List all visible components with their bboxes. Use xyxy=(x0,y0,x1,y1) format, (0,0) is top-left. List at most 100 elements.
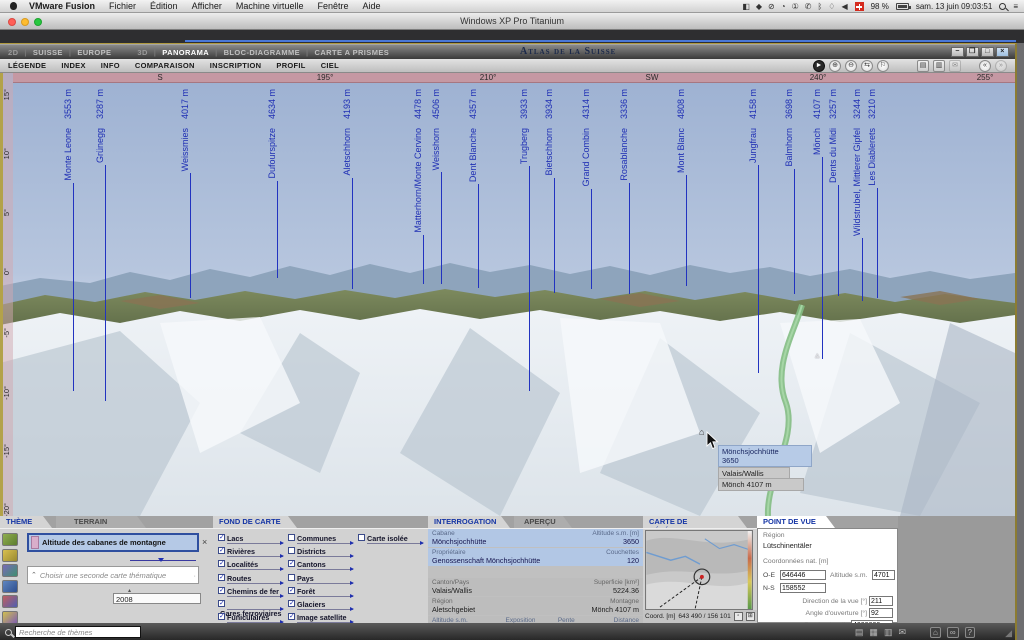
back-icon[interactable]: « xyxy=(979,60,991,72)
minimize-traffic-light[interactable] xyxy=(21,18,29,26)
checkbox-unchecked[interactable] xyxy=(288,534,295,541)
direction-input[interactable] xyxy=(869,596,893,606)
checkbox-unchecked[interactable] xyxy=(358,534,365,541)
layer-opacity-slider[interactable] xyxy=(227,596,283,597)
zoom-traffic-light[interactable] xyxy=(34,18,42,26)
nav-3d-label[interactable]: 3D xyxy=(137,48,147,57)
rotate-view-icon[interactable]: ⇆ xyxy=(861,60,873,72)
sync-icon[interactable]: ◆ xyxy=(756,2,762,11)
theme-tool-icon-4[interactable] xyxy=(2,580,18,593)
year-input[interactable]: 2008 xyxy=(113,593,201,604)
map-panel-icon[interactable]: ▦ xyxy=(869,627,878,638)
mac-menu-4[interactable]: Machine virtuelle xyxy=(236,1,304,11)
layer-rivi-res[interactable]: ✓Rivières xyxy=(218,547,282,560)
theme-tool-icon-1[interactable] xyxy=(2,533,18,546)
layer-opacity-slider[interactable] xyxy=(227,583,283,584)
checkbox-unchecked[interactable] xyxy=(288,547,295,554)
mac-menu-6[interactable]: Aide xyxy=(362,1,380,11)
tab-apercu[interactable]: APERÇU xyxy=(514,516,572,528)
menu-inscription[interactable]: INSCRIPTION xyxy=(210,61,262,70)
mac-menu-0[interactable]: VMware Fusion xyxy=(29,1,95,11)
layer-pays[interactable]: Pays xyxy=(288,574,352,587)
layer-opacity-slider[interactable] xyxy=(297,569,353,570)
nav-tab-panorama[interactable]: PANORAMA xyxy=(162,48,209,57)
checkbox-checked[interactable]: ✓ xyxy=(218,587,225,594)
nav-tab-europe[interactable]: EUROPE xyxy=(77,48,111,57)
pan-arrow-icon[interactable]: ► xyxy=(813,60,825,72)
layer-opacity-slider[interactable] xyxy=(367,543,423,544)
nav-tab-suisse[interactable]: SUISSE xyxy=(33,48,63,57)
oe-input[interactable] xyxy=(780,570,826,580)
legend-panel-icon[interactable]: ▤ xyxy=(855,627,864,638)
mac-menu-3[interactable]: Afficher xyxy=(192,1,222,11)
layer-carte-isol-e[interactable]: Carte isolée xyxy=(358,534,422,547)
tab-interrogation[interactable]: INTERROGATION xyxy=(428,516,510,528)
theme-tool-icon-3[interactable] xyxy=(2,564,18,577)
layer-glaciers[interactable]: ✓Glaciers xyxy=(288,600,352,613)
viewpoint-icon[interactable]: ⚐ xyxy=(877,60,889,72)
apple-menu-icon[interactable] xyxy=(10,2,17,10)
map-zoom-button[interactable]: ⊞ xyxy=(746,612,755,621)
checkbox-checked[interactable]: ✓ xyxy=(288,560,295,567)
mac-menu-2[interactable]: Édition xyxy=(150,1,178,11)
checkbox-checked[interactable]: ✓ xyxy=(288,587,295,594)
reference-map[interactable] xyxy=(645,530,753,610)
menu-profil[interactable]: PROFIL xyxy=(276,61,305,70)
tab-terrain[interactable]: TERRAIN xyxy=(56,516,146,528)
panorama-viewport[interactable]: S195°210°SW240°255° 15°10°5°0°-5°-10°-15… xyxy=(0,73,1015,516)
theme-tool-icon-5[interactable] xyxy=(2,595,18,608)
layer-lacs[interactable]: ✓Lacs xyxy=(218,534,282,547)
layer-opacity-slider[interactable] xyxy=(227,569,283,570)
nav-tab-bloc-diagramme[interactable]: BLOC-DIAGRAMME xyxy=(224,48,300,57)
layer-opacity-slider[interactable] xyxy=(297,556,353,557)
do-not-disturb-icon[interactable]: ⊘ xyxy=(768,2,775,11)
mac-menu-5[interactable]: Fenêtre xyxy=(317,1,348,11)
selected-theme-field[interactable]: Altitude des cabanes de montagne xyxy=(27,533,199,552)
measure-icon[interactable]: ▤ xyxy=(917,60,929,72)
theme-opacity-slider[interactable] xyxy=(130,557,196,561)
mail-icon[interactable]: ✉ xyxy=(949,60,961,72)
layer-opacity-slider[interactable] xyxy=(297,543,353,544)
layer-routes[interactable]: ✓Routes xyxy=(218,574,282,587)
menubar-clock[interactable]: sam. 13 juin 09:03:51 xyxy=(916,2,993,11)
altitude-input[interactable] xyxy=(872,570,895,580)
menu-info[interactable]: INFO xyxy=(101,61,120,70)
zoom-out-icon[interactable]: ⊖ xyxy=(845,60,857,72)
theme-tool-icon-6[interactable] xyxy=(2,611,18,624)
spotlight-icon[interactable] xyxy=(999,3,1006,10)
close-button[interactable]: × xyxy=(996,47,1009,57)
checkbox-unchecked[interactable] xyxy=(288,574,295,581)
resize-grip[interactable]: ◢ xyxy=(1005,628,1012,639)
help-icon[interactable]: ? xyxy=(965,627,975,638)
checkbox-checked[interactable]: ✓ xyxy=(218,574,225,581)
restore-button[interactable]: ❐ xyxy=(966,47,979,57)
mac-menu-1[interactable]: Fichier xyxy=(109,1,136,11)
volume-icon[interactable]: ◀ xyxy=(841,2,847,11)
checkbox-checked[interactable]: ✓ xyxy=(218,613,225,620)
menu-l-gende[interactable]: LÉGENDE xyxy=(8,61,46,70)
dual-view-icon[interactable]: ▥ xyxy=(933,60,945,72)
notification-list-icon[interactable]: ≡ xyxy=(1013,2,1018,11)
menu-comparaison[interactable]: COMPARAISON xyxy=(135,61,195,70)
checkbox-checked[interactable]: ✓ xyxy=(288,600,295,607)
layer-communes[interactable]: Communes xyxy=(288,534,352,547)
layer-opacity-slider[interactable] xyxy=(297,583,353,584)
print-icon[interactable]: ▥ xyxy=(884,627,893,638)
layer-gares-ferroviaires[interactable]: ✓Gares ferroviaires xyxy=(218,600,282,613)
phone-icon[interactable]: ✆ xyxy=(805,2,812,11)
tab-theme[interactable]: THÈME xyxy=(0,516,52,528)
shape-icon[interactable]: ♢ xyxy=(828,2,835,11)
close-icon[interactable]: × xyxy=(202,537,207,547)
maximize-button[interactable]: □ xyxy=(981,47,994,57)
layer-opacity-slider[interactable] xyxy=(297,609,353,610)
menu-ciel[interactable]: CIEL xyxy=(321,61,339,70)
checkbox-checked[interactable]: ✓ xyxy=(218,547,225,554)
checkbox-checked[interactable]: ✓ xyxy=(218,600,225,607)
layer-districts[interactable]: Districts xyxy=(288,547,352,560)
map-extent-button[interactable]: ▫ xyxy=(734,612,743,621)
home-icon[interactable]: ⌂ xyxy=(930,627,941,638)
checkbox-checked[interactable]: ✓ xyxy=(218,560,225,567)
ns-input[interactable] xyxy=(780,583,826,593)
close-traffic-light[interactable] xyxy=(8,18,16,26)
time-machine-icon[interactable]: ◔ xyxy=(781,2,786,11)
